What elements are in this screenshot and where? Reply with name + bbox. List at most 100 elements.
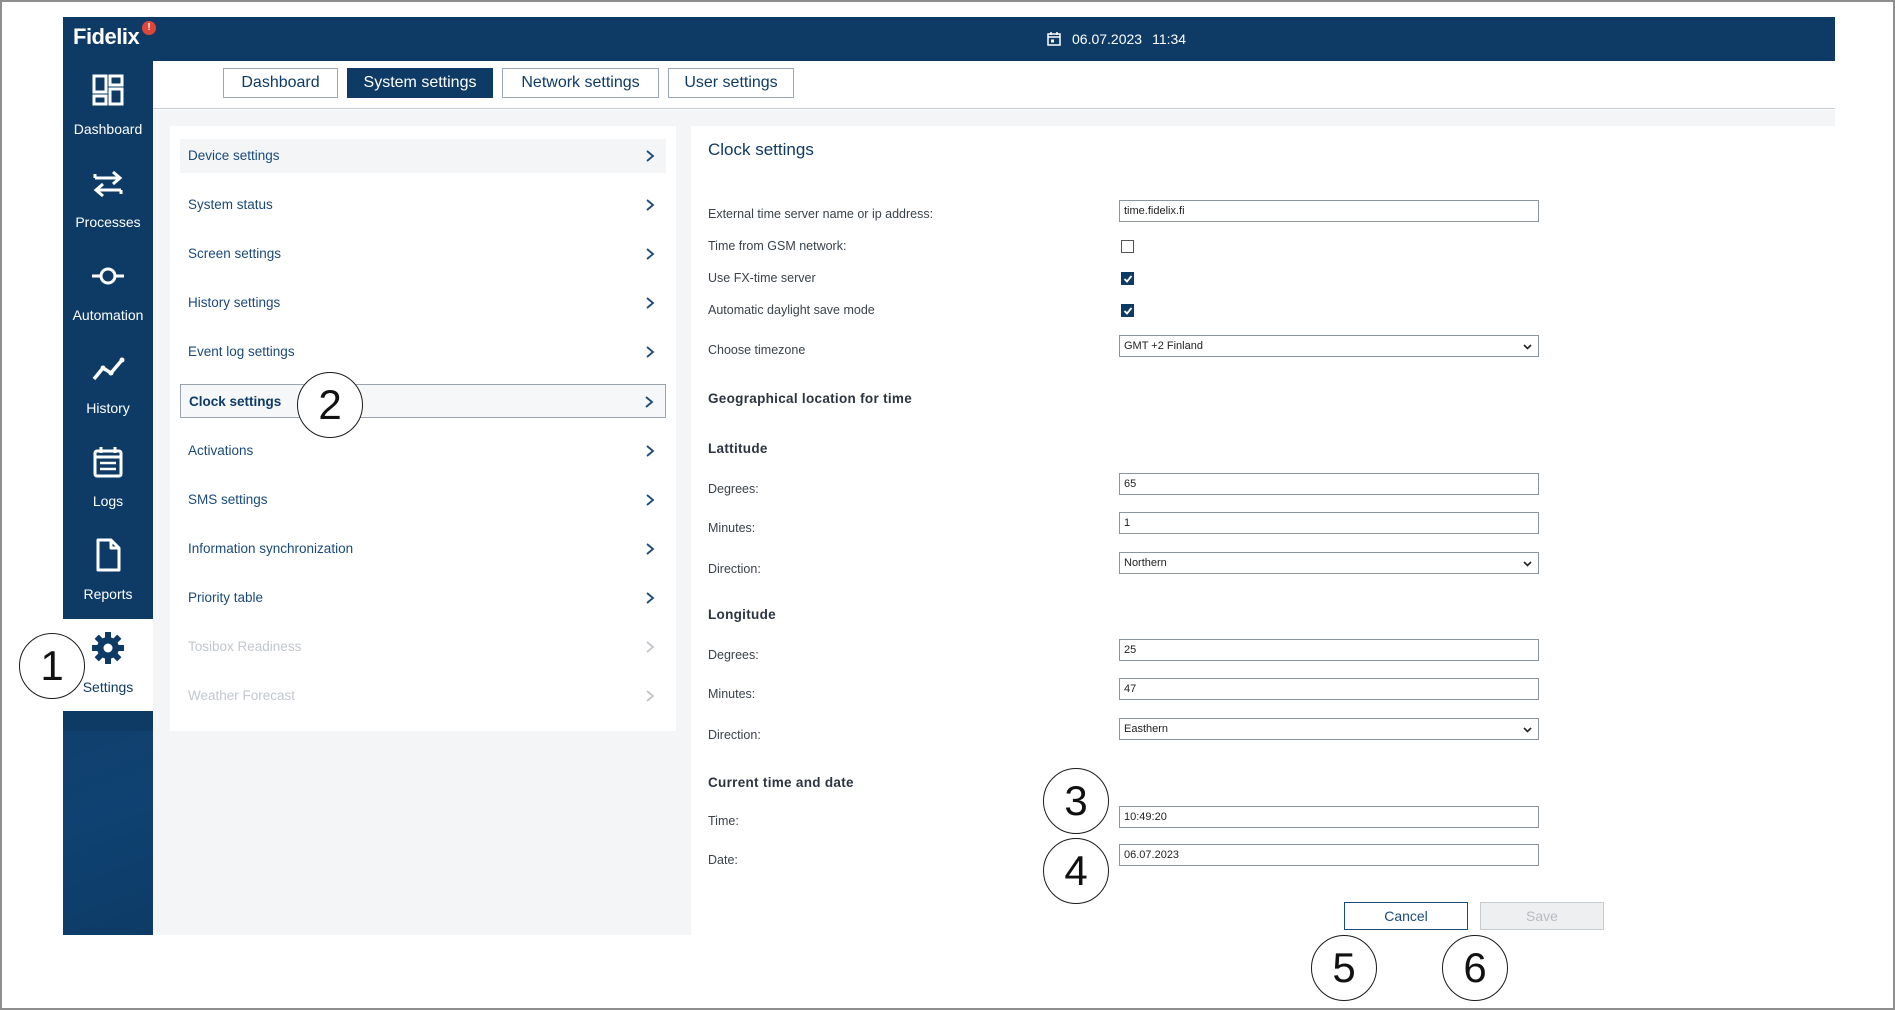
lon-minutes-input[interactable]: 47 — [1119, 678, 1539, 700]
date-input[interactable]: 06.07.2023 — [1119, 844, 1539, 866]
menu-item-device-settings[interactable]: Device settings — [180, 139, 666, 173]
lat-minutes-input[interactable]: 1 — [1119, 512, 1539, 534]
sidebar-item-reports[interactable]: Reports — [63, 526, 153, 618]
lon-degrees-label: Degrees: — [708, 648, 759, 662]
callout-4: 4 — [1043, 838, 1109, 904]
lat-direction-select[interactable]: Northern — [1119, 552, 1539, 574]
settings-content: Device settings System status Screen set… — [153, 110, 1835, 935]
ext-server-label: External time server name or ip address: — [708, 207, 934, 221]
lon-minutes-label: Minutes: — [708, 687, 756, 701]
menu-item-label: Tosibox Readiness — [188, 639, 302, 654]
calendar-icon — [1047, 32, 1061, 46]
menu-item-information-synchronization[interactable]: Information synchronization — [180, 532, 666, 566]
chevron-right-icon — [646, 445, 655, 457]
menu-item-sms-settings[interactable]: SMS settings — [180, 483, 666, 517]
header-date: 06.07.2023 — [1072, 31, 1143, 47]
menu-item-history-settings[interactable]: History settings — [180, 286, 666, 320]
time-label: Time: — [708, 814, 739, 828]
longitude-heading: Longitude — [708, 607, 776, 622]
chevron-right-icon — [646, 346, 655, 358]
gear-icon — [92, 632, 124, 664]
menu-item-activations[interactable]: Activations — [180, 434, 666, 468]
lat-degrees-input[interactable]: 65 — [1119, 473, 1539, 495]
settings-menu: Device settings System status Screen set… — [170, 126, 676, 731]
chevron-right-icon — [646, 297, 655, 309]
callout-1: 1 — [19, 633, 85, 699]
menu-item-label: Event log settings — [188, 344, 295, 359]
sidebar-item-label: Reports — [83, 586, 133, 602]
sidebar-item-label: Dashboard — [73, 121, 143, 137]
callout-5: 5 — [1311, 935, 1377, 1001]
lat-direction-label: Direction: — [708, 562, 761, 576]
dashboard-icon — [92, 74, 124, 106]
timezone-select[interactable]: GMT +2 Finland — [1119, 335, 1539, 357]
chevron-right-icon — [646, 199, 655, 211]
tab-dashboard[interactable]: Dashboard — [223, 68, 338, 98]
processes-icon — [93, 170, 123, 198]
reports-icon — [96, 538, 121, 572]
menu-item-system-status[interactable]: System status — [180, 188, 666, 222]
callout-6: 6 — [1442, 935, 1508, 1001]
panel-title: Clock settings — [708, 140, 814, 159]
menu-item-clock-settings[interactable]: Clock settings — [180, 384, 666, 418]
current-time-heading: Current time and date — [708, 775, 854, 790]
sidebar-item-logs[interactable]: Logs — [63, 433, 153, 525]
lat-degrees-label: Degrees: — [708, 482, 759, 496]
sidebar-item-processes[interactable]: Processes — [63, 154, 153, 246]
sidebar-item-history[interactable]: History — [63, 340, 153, 432]
sidebar-item-automation[interactable]: Automation — [63, 247, 153, 339]
menu-item-screen-settings[interactable]: Screen settings — [180, 237, 666, 271]
timezone-value: GMT +2 Finland — [1124, 340, 1203, 352]
menu-item-label: System status — [188, 197, 273, 212]
tab-system-settings[interactable]: System settings — [347, 68, 493, 98]
tab-user-settings[interactable]: User settings — [668, 68, 794, 98]
chevron-right-icon — [646, 592, 655, 604]
ext-server-input[interactable]: time.fidelix.fi — [1119, 200, 1539, 222]
fx-time-checkbox[interactable] — [1121, 272, 1134, 285]
automation-icon — [92, 267, 124, 285]
gsm-checkbox[interactable] — [1121, 240, 1134, 253]
time-input[interactable]: 10:49:20 — [1119, 806, 1539, 828]
sidebar-item-dashboard[interactable]: Dashboard — [63, 61, 153, 153]
lat-minutes-label: Minutes: — [708, 521, 756, 535]
sidebar-background-pattern — [63, 731, 153, 935]
menu-item-label: History settings — [188, 295, 281, 310]
dst-checkbox[interactable] — [1121, 304, 1134, 317]
clock-settings-panel: Clock settings External time server name… — [691, 126, 1835, 935]
lon-direction-select[interactable]: Easthern — [1119, 718, 1539, 740]
lon-degrees-input[interactable]: 25 — [1119, 639, 1539, 661]
menu-item-event-log-settings[interactable]: Event log settings — [180, 335, 666, 369]
chevron-right-icon — [645, 396, 654, 408]
brand-logo[interactable]: Fidelix — [73, 24, 140, 50]
chevron-right-icon — [646, 690, 655, 702]
callout-3: 3 — [1043, 768, 1109, 834]
top-bar: Fidelix ! 06.07.2023 11:34 — [63, 17, 1835, 61]
date-label: Date: — [708, 853, 738, 867]
lon-direction-value: Easthern — [1124, 723, 1169, 735]
chevron-down-icon — [1523, 344, 1532, 350]
chevron-right-icon — [646, 494, 655, 506]
callout-2: 2 — [297, 372, 363, 438]
menu-item-priority-table[interactable]: Priority table — [180, 581, 666, 615]
alert-badge[interactable]: ! — [142, 21, 156, 35]
header-time: 11:34 — [1152, 31, 1187, 47]
header-datetime: 06.07.2023 11:34 — [1046, 25, 1186, 53]
chevron-right-icon — [646, 248, 655, 260]
menu-item-label: SMS settings — [188, 492, 268, 507]
tab-network-settings[interactable]: Network settings — [502, 68, 659, 98]
menu-item-label: Screen settings — [188, 246, 282, 261]
lat-direction-value: Northern — [1124, 557, 1167, 569]
settings-tabs: Dashboard System settings Network settin… — [153, 61, 1835, 109]
sidebar-item-label: Logs — [92, 493, 124, 509]
sidebar-item-label: History — [86, 400, 130, 416]
save-button[interactable]: Save — [1480, 902, 1604, 930]
lon-direction-label: Direction: — [708, 728, 761, 742]
chevron-right-icon — [646, 641, 655, 653]
sidebar-item-label: Automation — [72, 307, 144, 323]
history-icon — [92, 357, 125, 381]
logs-icon — [93, 447, 123, 478]
cancel-button[interactable]: Cancel — [1344, 902, 1468, 930]
checkmark-icon — [1123, 307, 1133, 315]
sidebar-item-label: Processes — [75, 214, 141, 230]
menu-item-label: Activations — [188, 443, 254, 458]
